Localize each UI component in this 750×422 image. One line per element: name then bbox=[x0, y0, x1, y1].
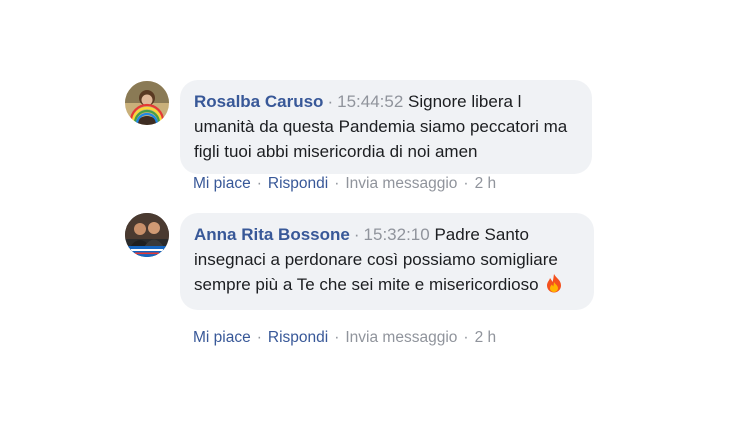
action-separator: · bbox=[463, 175, 469, 192]
avatar[interactable] bbox=[125, 213, 169, 257]
comment-bubble: Anna Rita Bossone · 15:32:10 Padre Santo i… bbox=[180, 213, 594, 310]
avatar[interactable] bbox=[125, 81, 169, 125]
separator-dot: · bbox=[353, 225, 360, 244]
action-separator: · bbox=[256, 175, 262, 192]
send-message-link[interactable]: Invia messaggio bbox=[345, 329, 457, 346]
like-link[interactable]: Mi piace bbox=[193, 175, 251, 192]
action-separator: · bbox=[334, 329, 340, 346]
comment-age[interactable]: 2 h bbox=[475, 329, 497, 346]
comment-timestamp: 15:32:10 bbox=[363, 225, 430, 244]
comment-bubble: Rosalba Caruso · 15:44:52 Signore libera l… bbox=[180, 80, 592, 174]
comments-panel: Rosalba Caruso · 15:44:52 Signore libera l… bbox=[112, 68, 626, 354]
comment-actions: Mi piace · Rispondi · Invia messaggio · 2 h bbox=[193, 329, 496, 347]
comment-author[interactable]: Anna Rita Bossone bbox=[194, 225, 350, 244]
fire-icon bbox=[545, 273, 563, 300]
send-message-link[interactable]: Invia messaggio bbox=[345, 175, 457, 192]
comment-age[interactable]: 2 h bbox=[475, 175, 497, 192]
comment-actions: Mi piace · Rispondi · Invia messaggio · 2 h bbox=[193, 175, 496, 193]
reply-link[interactable]: Rispondi bbox=[268, 329, 328, 346]
separator-dot: · bbox=[327, 92, 334, 111]
like-link[interactable]: Mi piace bbox=[193, 329, 251, 346]
reply-link[interactable]: Rispondi bbox=[268, 175, 328, 192]
action-separator: · bbox=[256, 329, 262, 346]
action-separator: · bbox=[463, 329, 469, 346]
action-separator: · bbox=[334, 175, 340, 192]
comment-author[interactable]: Rosalba Caruso bbox=[194, 92, 323, 111]
comment-timestamp: 15:44:52 bbox=[337, 92, 404, 111]
